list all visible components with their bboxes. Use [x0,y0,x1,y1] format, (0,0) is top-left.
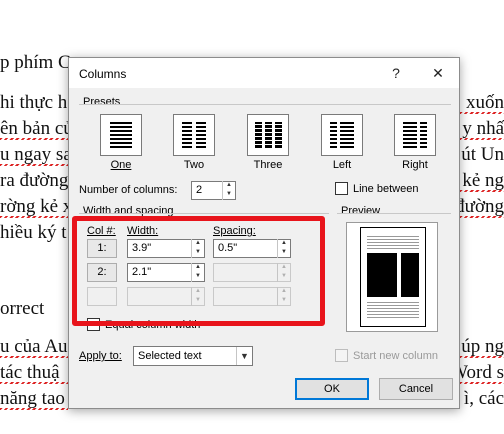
start-new-column-checkbox [335,349,348,362]
preset-three-button[interactable] [247,114,289,156]
preview-line [367,302,419,303]
preset-one-label: One [96,159,146,171]
preset-left-label: Left [332,159,352,171]
preset-two-label: Two [183,159,205,171]
spellcheck-underline [0,216,68,218]
doc-line: kẻ ng [462,170,504,191]
spellcheck-underline [460,190,504,192]
line-between-checkbox[interactable] [335,182,348,195]
preview-line [367,242,419,243]
preview-box [346,222,438,332]
spellcheck-underline [460,382,504,384]
ok-button[interactable]: OK [295,378,369,400]
doc-line: rờng kẻ x [0,196,73,217]
preview-label: Preview [341,205,381,217]
highlight-annotation [72,216,325,326]
three-column-icon [255,122,282,148]
number-of-columns-label: Number of columns: [79,184,178,196]
preset-one-text: One [110,159,132,171]
spellcheck-underline [460,138,504,140]
preview-line [367,248,419,249]
apply-to-select[interactable]: Selected text ▼ [133,346,253,366]
doc-line: ra đường [0,170,69,191]
preview-group [337,213,451,214]
preset-three-label: Three [253,159,283,171]
doc-line: úp ng [461,336,504,357]
spellcheck-underline [0,408,68,410]
one-column-icon [110,122,132,148]
doc-line: út Un [461,144,504,165]
spellcheck-underline [460,216,504,218]
doc-line: đường [455,196,504,217]
preview-line [367,245,419,246]
doc-line: năng tao [0,388,65,409]
width-spacing-group [79,213,329,214]
spellcheck-underline [0,164,68,166]
help-button[interactable]: ? [387,64,405,82]
number-of-columns-input[interactable]: 2 ▲ ▼ [191,181,236,200]
close-button[interactable]: ✕ [429,64,447,82]
line-between-label: Line between [353,183,419,195]
number-of-columns-value: 2 [196,184,203,196]
apply-to-label: Apply to: [79,350,122,362]
doc-line: orrect [0,298,45,319]
doc-line: hi thực h [0,92,68,113]
preview-line [367,236,419,237]
doc-line: u ngay sa [0,144,72,165]
right-column-icon [403,122,427,148]
preview-line [367,314,419,315]
preview-line [367,311,419,312]
left-column-icon [330,122,354,148]
preset-right-label: Right [402,159,428,171]
doc-line: p phím C [0,52,71,73]
spellcheck-underline [0,138,68,140]
preview-line [367,317,419,318]
cancel-button[interactable]: Cancel [379,378,453,400]
doc-line: u của Au [0,336,68,357]
start-new-column-label: Start new column [353,350,438,362]
preview-line [367,305,419,306]
spin-up-icon[interactable]: ▲ [223,181,235,190]
dialog-title: Columns [79,67,127,81]
spin-down-icon[interactable]: ▼ [223,190,235,199]
preview-column-2 [401,253,419,297]
doc-line: hiều ký t [0,222,67,243]
preset-right-button[interactable] [394,114,436,156]
apply-to-value: Selected text [138,350,202,362]
preview-line [367,308,419,309]
preview-page [360,227,426,327]
preset-one-button[interactable] [100,114,142,156]
doc-line: tác thuậ [0,362,60,383]
preset-left-button[interactable] [321,114,363,156]
preview-column-1 [367,253,397,297]
preview-line [367,239,419,240]
number-of-columns-spinner[interactable]: ▲ ▼ [222,181,235,200]
spellcheck-underline [460,112,504,114]
preset-two-button[interactable] [173,114,215,156]
spellcheck-underline [0,382,68,384]
spellcheck-underline [0,356,68,358]
chevron-down-icon[interactable]: ▼ [236,347,252,365]
doc-line: xuốn [466,92,504,113]
spellcheck-underline [460,356,504,358]
doc-line: ên bản củ [0,118,73,139]
two-column-icon [182,122,206,148]
doc-line: ì, các [463,388,504,409]
doc-line: y nhấ [462,118,504,139]
dialog-titlebar: Columns ? ✕ [69,58,459,88]
